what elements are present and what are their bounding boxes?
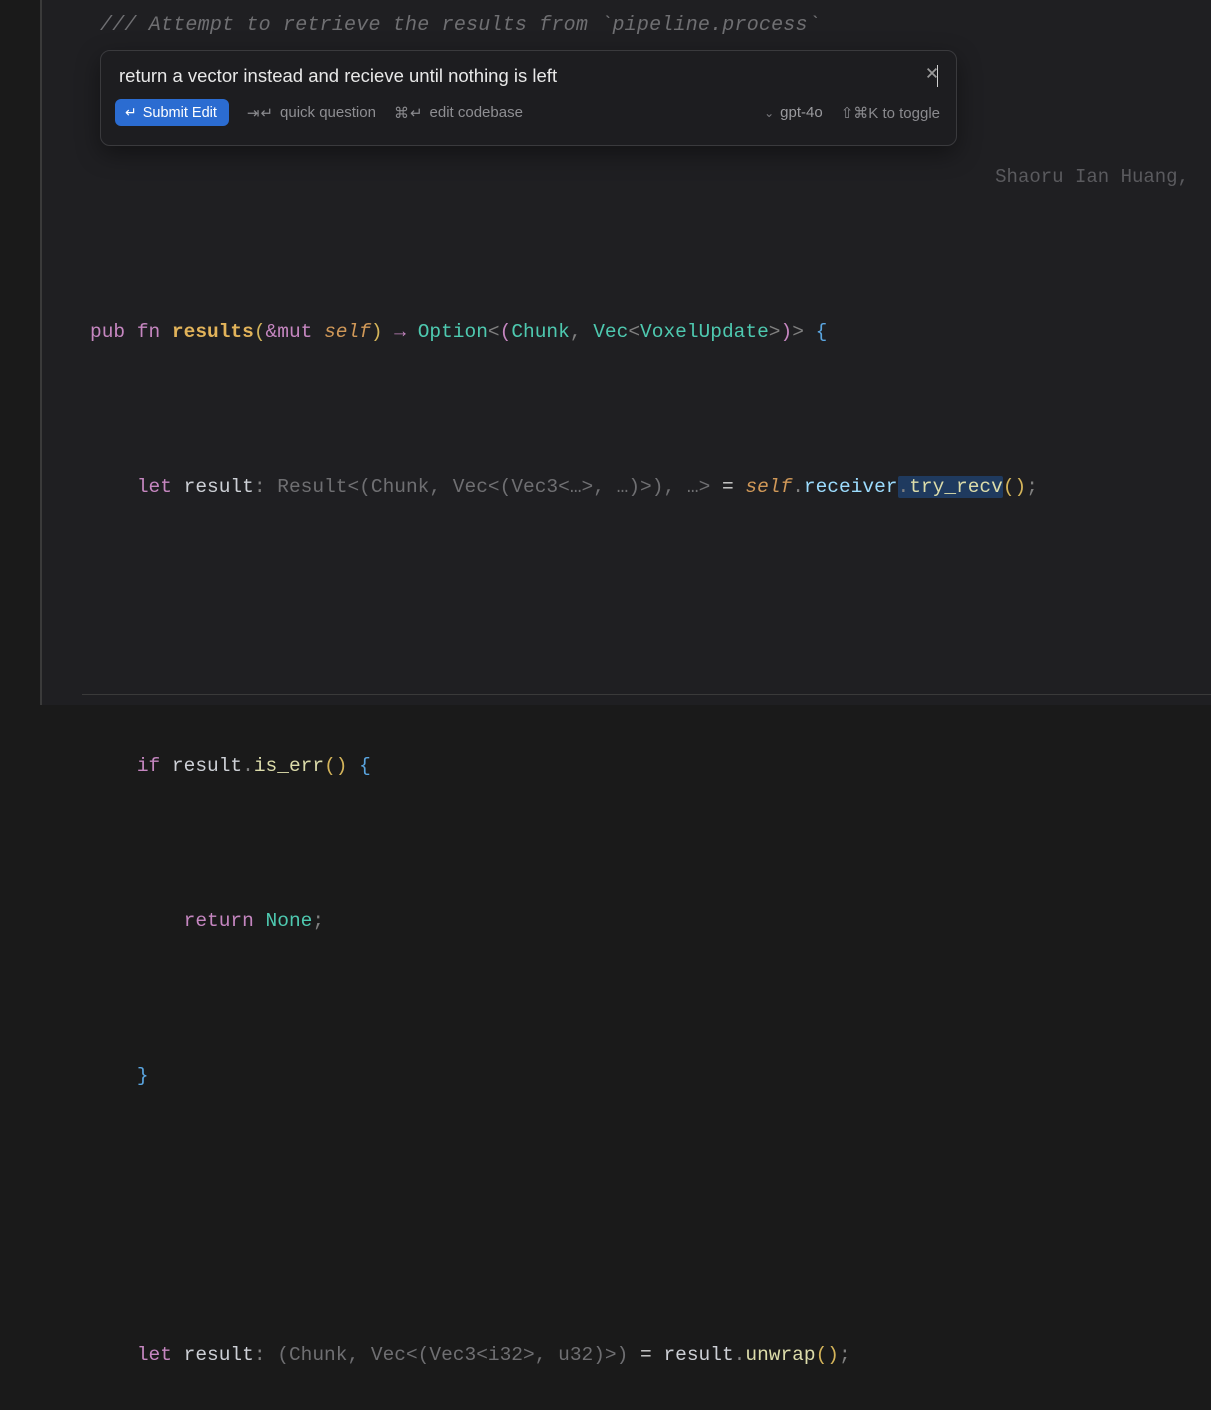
toggle-keys: ⇧⌘K	[841, 105, 879, 122]
model-picker[interactable]: ⌄ gpt-4o	[764, 104, 823, 121]
submit-edit-label: Submit Edit	[143, 105, 217, 121]
inline-edit-prompt-panel: return a vector instead and recieve unti…	[100, 50, 957, 146]
code-line: }	[90, 1061, 1211, 1092]
submit-edit-button[interactable]: ↵ Submit Edit	[115, 99, 229, 126]
code-body[interactable]: Shaoru Ian Huang, pub fn results(&mut se…	[90, 162, 1211, 1410]
edit-codebase-button[interactable]: ⌘↵ edit codebase	[394, 104, 523, 122]
quick-question-label: quick question	[280, 104, 376, 121]
code-line: let result: Result<(Chunk, Vec<(Vec3<…>,…	[90, 472, 1211, 503]
divider	[82, 694, 1211, 695]
code-line: let result: (Chunk, Vec<(Vec3<i32>, u32)…	[90, 1340, 1211, 1371]
code-line: if result.is_err() {	[90, 751, 1211, 782]
model-name: gpt-4o	[780, 104, 823, 121]
chevron-down-icon: ⌄	[764, 106, 774, 120]
toggle-label: to toggle	[882, 105, 940, 122]
prompt-toolbar: ↵ Submit Edit ⇥↵ quick question ⌘↵ edit …	[101, 93, 956, 138]
doc-comment-line: /// Attempt to retrieve the results from…	[100, 14, 820, 37]
quick-question-button[interactable]: ⇥↵ quick question	[247, 104, 376, 122]
toggle-hint: ⇧⌘K to toggle	[841, 104, 940, 122]
editor-pane: /// Attempt to retrieve the results from…	[40, 0, 1211, 705]
code-line: return None;	[90, 906, 1211, 937]
quick-question-keys: ⇥↵	[247, 104, 274, 122]
edit-codebase-keys: ⌘↵	[394, 104, 424, 122]
enter-icon: ↵	[125, 104, 137, 121]
prompt-input[interactable]: return a vector instead and recieve unti…	[119, 65, 935, 87]
edit-codebase-label: edit codebase	[430, 104, 523, 121]
git-blame-annotation: Shaoru Ian Huang,	[995, 162, 1189, 193]
code-line: pub fn results(&mut self) → Option<(Chun…	[90, 317, 1211, 348]
close-icon[interactable]	[922, 63, 942, 83]
